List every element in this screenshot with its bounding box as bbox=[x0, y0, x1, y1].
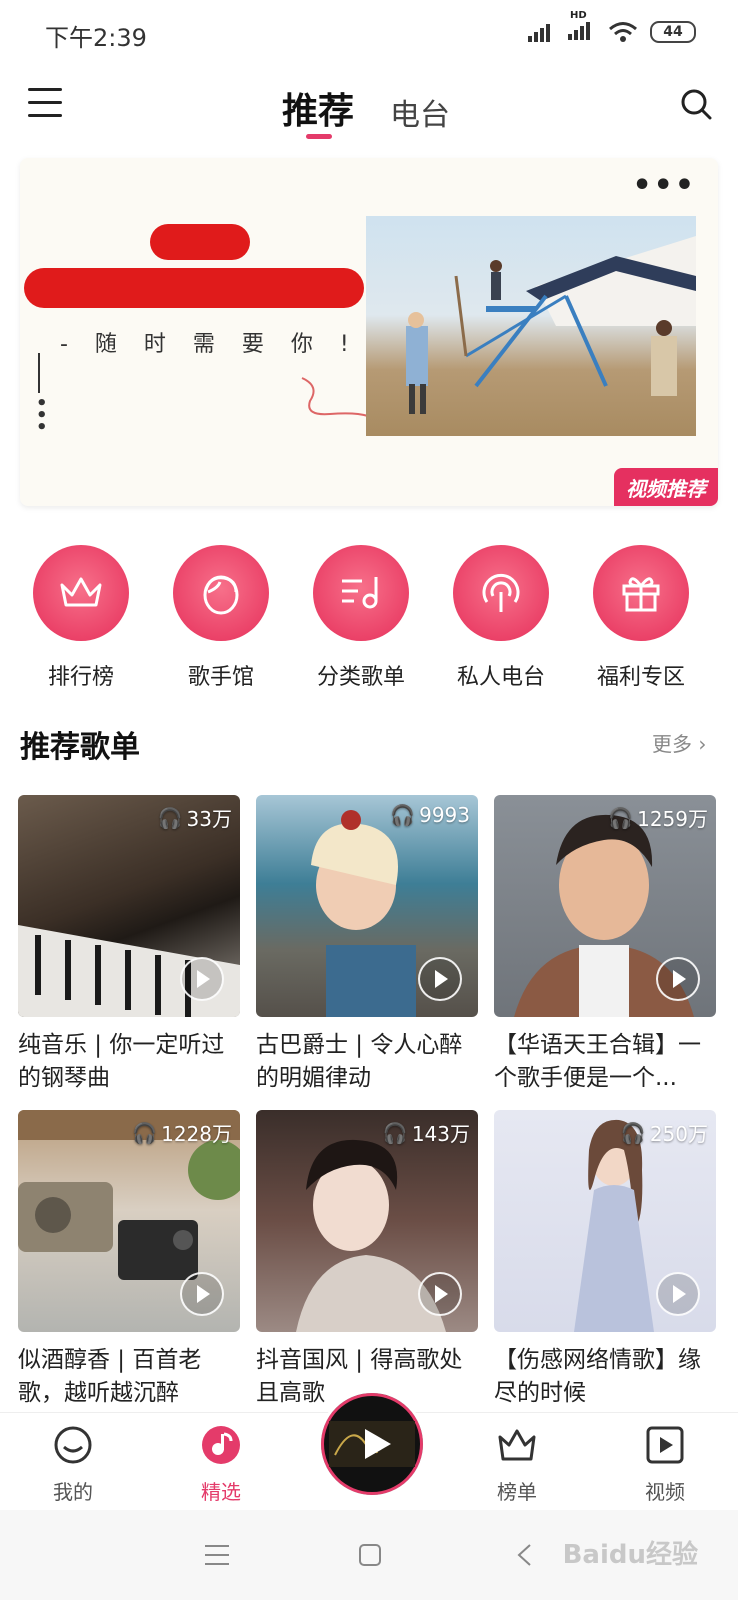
recent-apps-icon[interactable] bbox=[205, 1544, 229, 1566]
tab-recommend[interactable]: 推荐 bbox=[282, 82, 354, 134]
play-button[interactable] bbox=[656, 1272, 700, 1316]
playlist-title: 古巴爵士 | 令人心醉的明媚律动 bbox=[256, 1032, 463, 1091]
play-count: 🎧 9993 bbox=[390, 803, 470, 827]
top-nav: 推荐 电台 bbox=[0, 70, 738, 150]
tab-indicator bbox=[306, 134, 332, 139]
tab-featured[interactable]: 精选 bbox=[176, 1425, 266, 1505]
decor-dots: • • • bbox=[36, 393, 48, 438]
music-list-icon bbox=[313, 545, 409, 641]
play-count: 🎧 1228万 bbox=[132, 1120, 232, 1147]
playlist-cover: 🎧 33万 bbox=[18, 795, 240, 1017]
video-play-icon bbox=[646, 1426, 684, 1464]
banner-carousel[interactable]: ••• - 随 时 需 要 你 ! ! - • • • 视频推荐 bbox=[20, 158, 718, 506]
tab-label: 我的 bbox=[53, 1480, 93, 1504]
playlist-card[interactable]: 🎧 33万 纯音乐 | 你一定听过的钢琴曲 bbox=[18, 795, 240, 1095]
play-button[interactable] bbox=[656, 957, 700, 1001]
headphones-icon: 🎧 bbox=[157, 805, 183, 830]
headphones-icon: 🎧 bbox=[608, 805, 634, 830]
tab-video[interactable]: 视频 bbox=[620, 1425, 710, 1505]
playlist-cover: 🎧 1228万 bbox=[18, 1110, 240, 1332]
quick-menu-item-rank[interactable]: 排行榜 bbox=[21, 545, 141, 691]
playlist-title: 似酒醇香 | 百首老歌，越听越沉醉 bbox=[18, 1347, 202, 1406]
quick-menu-item-radio[interactable]: 私人电台 bbox=[441, 545, 561, 691]
quick-menu-label: 歌手馆 bbox=[187, 665, 254, 690]
crown-icon bbox=[498, 1429, 536, 1461]
gift-icon bbox=[593, 545, 689, 641]
tab-label: 榜单 bbox=[497, 1480, 537, 1504]
status-time: 下午2:39 bbox=[45, 24, 147, 52]
play-count: 🎧 33万 bbox=[157, 805, 232, 832]
search-icon[interactable] bbox=[680, 88, 712, 120]
play-count: 🎧 143万 bbox=[382, 1120, 470, 1147]
playlist-card[interactable]: 🎧 9993 古巴爵士 | 令人心醉的明媚律动 bbox=[256, 795, 478, 1095]
play-button[interactable] bbox=[418, 1272, 462, 1316]
playlist-title: 【伤感网络情歌】缘尽的时候 bbox=[494, 1347, 701, 1406]
headphones-icon: 🎧 bbox=[382, 1120, 408, 1145]
playlist-card[interactable]: 🎧 1259万 【华语天王合辑】一个歌手便是一个... bbox=[494, 795, 716, 1095]
headphones-icon: 🎧 bbox=[132, 1120, 158, 1145]
radio-antenna-icon bbox=[453, 545, 549, 641]
tab-mine[interactable]: 我的 bbox=[28, 1425, 118, 1505]
playlist-cover: 🎧 9993 bbox=[256, 795, 478, 1017]
playlist-cover: 🎧 143万 bbox=[256, 1110, 478, 1332]
play-button[interactable] bbox=[418, 957, 462, 1001]
section-title: 推荐歌单 bbox=[20, 730, 140, 765]
banner-image bbox=[366, 216, 696, 436]
quick-menu-label: 排行榜 bbox=[47, 665, 114, 690]
playlist-card[interactable]: 🎧 143万 抖音国风 | 得高歌处且高歌 bbox=[256, 1110, 478, 1410]
home-icon[interactable] bbox=[358, 1543, 382, 1567]
decor-line bbox=[38, 353, 40, 393]
redaction-mark bbox=[150, 224, 250, 260]
quick-menu-label: 福利专区 bbox=[596, 665, 685, 690]
status-icons: HD 44 bbox=[528, 10, 696, 44]
quick-menu-label: 私人电台 bbox=[456, 665, 545, 690]
quick-menu-item-singers[interactable]: 歌手馆 bbox=[161, 545, 281, 691]
tab-label: 视频 bbox=[645, 1480, 685, 1504]
play-count: 🎧 1259万 bbox=[608, 805, 708, 832]
playlist-title: 【华语天王合辑】一个歌手便是一个... bbox=[494, 1032, 701, 1091]
play-button[interactable] bbox=[180, 1272, 224, 1316]
banner-more-icon[interactable]: ••• bbox=[632, 168, 696, 203]
back-icon[interactable] bbox=[516, 1543, 532, 1567]
play-button[interactable] bbox=[180, 957, 224, 1001]
tab-radio[interactable]: 电台 bbox=[390, 90, 450, 134]
more-link[interactable]: 更多 › bbox=[652, 728, 706, 757]
quick-menu-item-benefits[interactable]: 福利专区 bbox=[581, 545, 701, 691]
menu-icon[interactable] bbox=[28, 88, 62, 118]
playlist-cover: 🎧 1259万 bbox=[494, 795, 716, 1017]
music-disc-icon bbox=[202, 1426, 240, 1464]
playlist-title: 纯音乐 | 你一定听过的钢琴曲 bbox=[18, 1032, 225, 1091]
tab-charts[interactable]: 榜单 bbox=[472, 1425, 562, 1505]
crown-icon bbox=[33, 545, 129, 641]
headphones-icon: 🎧 bbox=[620, 1120, 646, 1145]
play-count: 🎧 250万 bbox=[620, 1120, 708, 1147]
watermark: Baidu经验 bbox=[562, 1540, 698, 1570]
playlist-cover: 🎧 250万 bbox=[494, 1110, 716, 1332]
quick-menu-label: 分类歌单 bbox=[316, 665, 405, 690]
now-playing-disc[interactable] bbox=[318, 1390, 426, 1498]
redaction-mark bbox=[24, 268, 364, 308]
headphones-icon: 🎧 bbox=[390, 803, 416, 827]
wifi-icon bbox=[609, 22, 637, 42]
signal-icon bbox=[528, 24, 550, 42]
tab-label: 精选 bbox=[201, 1480, 241, 1504]
battery-icon: 44 bbox=[650, 21, 696, 43]
decor-squiggle bbox=[301, 377, 369, 417]
signal-hd-icon: HD bbox=[568, 10, 596, 44]
system-nav-bar: Baidu经验 bbox=[0, 1510, 738, 1600]
video-recommend-tag[interactable]: 视频推荐 bbox=[614, 468, 718, 506]
singer-face-icon bbox=[173, 545, 269, 641]
hd-label: HD bbox=[570, 10, 587, 21]
status-bar: 下午2:39 HD 44 bbox=[0, 0, 738, 62]
playlist-card[interactable]: 🎧 250万 【伤感网络情歌】缘尽的时候 bbox=[494, 1110, 716, 1410]
quick-menu-item-categories[interactable]: 分类歌单 bbox=[301, 545, 421, 691]
playlist-card[interactable]: 🎧 1228万 似酒醇香 | 百首老歌，越听越沉醉 bbox=[18, 1110, 240, 1410]
smile-icon bbox=[54, 1426, 92, 1464]
